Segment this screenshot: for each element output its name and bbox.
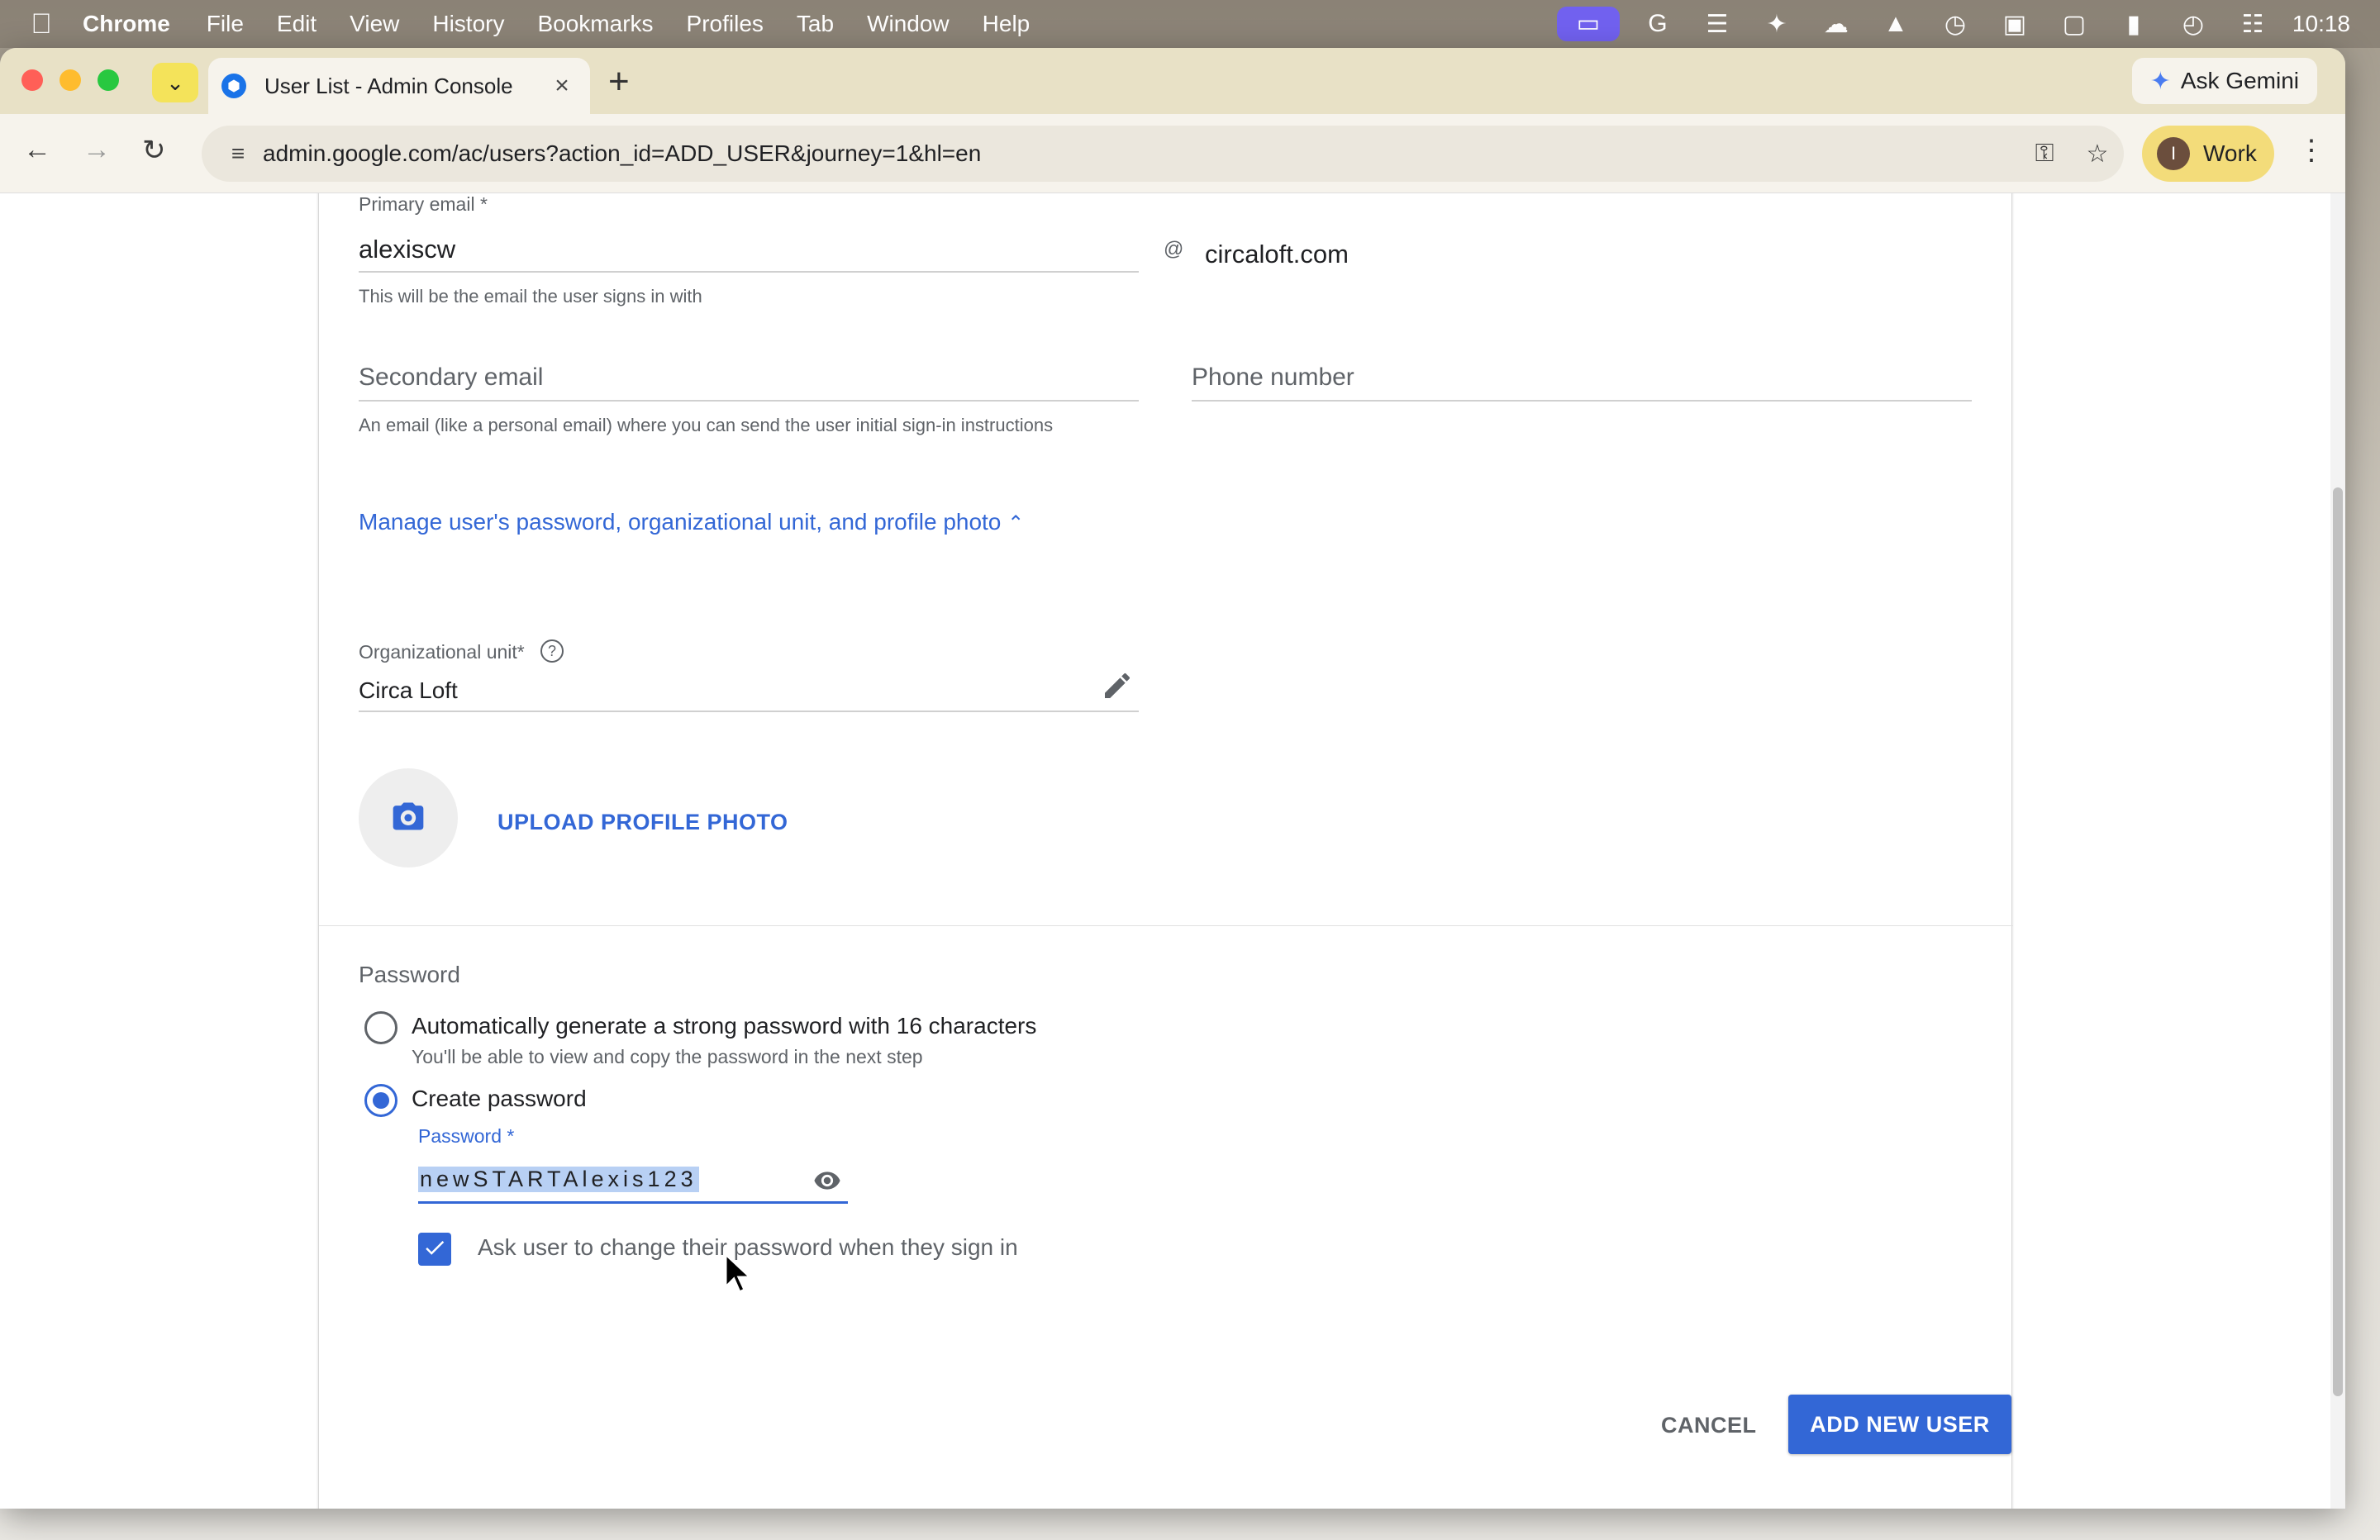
secondary-email-helper: An email (like a personal email) where y… [359, 415, 1054, 435]
profile-photo-placeholder[interactable] [359, 768, 458, 867]
profile-chip[interactable]: I Work [2142, 126, 2274, 182]
card-divider [319, 925, 2013, 926]
window-controls [21, 69, 136, 91]
browser-toolbar: ← → ↻ ≡ admin.google.com/ac/users?action… [0, 114, 2345, 193]
close-tab-icon[interactable]: × [545, 72, 578, 100]
tab-title: User List - Admin Console [264, 73, 513, 98]
menu-chrome[interactable]: Chrome [83, 11, 170, 37]
menu-help[interactable]: Help [983, 11, 1031, 37]
forward-arrow-icon[interactable]: → [83, 134, 111, 166]
phone-icon[interactable]: ▮ [2104, 10, 2163, 39]
secondary-email-underline [359, 400, 1139, 402]
macos-menu-bar:  Chrome File Edit View History Bookmark… [0, 0, 2380, 48]
cloud-icon[interactable]: ☁ [1806, 10, 1866, 39]
window-icon[interactable]: ▢ [2044, 10, 2104, 39]
password-underline [418, 1201, 848, 1204]
profile-name: Work [2203, 140, 2257, 166]
new-tab-plus-icon[interactable]: + [608, 61, 630, 102]
gemini-sparkle-icon: ✦ [2149, 67, 2171, 95]
camera-icon [390, 798, 426, 839]
create-password-option-label[interactable]: Create password [412, 1086, 587, 1112]
org-unit-label: Organizational unit* [359, 641, 525, 663]
primary-email-input[interactable]: alexiscw [359, 235, 455, 264]
auto-generate-password-radio[interactable] [364, 1011, 397, 1044]
org-unit-underline [359, 711, 1139, 712]
domain-value[interactable]: circaloft.com [1205, 240, 1349, 269]
back-arrow-icon[interactable]: ← [23, 134, 51, 166]
profile-avatar: I [2157, 137, 2190, 170]
page-content: Primary email * alexiscw @ circaloft.com… [0, 193, 2330, 1509]
bookmark-star-icon[interactable]: ☆ [2071, 140, 2124, 169]
password-section-title: Password [359, 962, 460, 987]
menu-clock[interactable]: 10:18 [2292, 11, 2350, 37]
tab-strip: ⌄ ⬢ User List - Admin Console × + ✦ Ask … [0, 48, 2345, 114]
menu-window[interactable]: Window [867, 11, 950, 37]
sparkle-icon[interactable]: ✦ [1747, 10, 1806, 39]
screenshot-icon[interactable]: ▣ [1985, 10, 2044, 39]
site-info-tune-icon[interactable]: ≡ [213, 140, 263, 167]
add-user-card [318, 193, 2013, 1509]
page-scrollbar-thumb[interactable] [2333, 487, 2343, 1396]
at-sign: @ [1164, 238, 1184, 260]
drive-icon[interactable]: ▲ [1866, 10, 1925, 38]
clock-app-icon[interactable]: ◷ [1925, 10, 1985, 39]
time-machine-icon[interactable]: ◴ [2163, 10, 2223, 39]
chevron-up-icon: ⌃ [1007, 512, 1025, 535]
ask-gemini-label: Ask Gemini [2180, 68, 2299, 93]
password-key-icon[interactable]: ⚿ [2018, 140, 2071, 168]
menu-profiles[interactable]: Profiles [687, 11, 764, 37]
mouse-pointer-icon [724, 1251, 754, 1300]
screen-share-icon[interactable]: ▭ [1556, 7, 1620, 41]
primary-email-label: Primary email * [359, 193, 488, 215]
ask-gemini-button[interactable]: ✦ Ask Gemini [2131, 58, 2317, 104]
grammarly-icon[interactable]: G [1628, 10, 1687, 38]
manage-password-org-photo-link[interactable]: Manage user's password, organizational u… [359, 509, 1024, 535]
menu-file[interactable]: File [207, 11, 244, 37]
secondary-email-field[interactable]: Secondary email [359, 364, 543, 392]
checkmark-icon [422, 1235, 447, 1264]
auto-generate-option-sub: You'll be able to view and copy the pass… [412, 1046, 923, 1067]
stack-icon[interactable]: ☰ [1687, 10, 1747, 39]
tab-search-chevron-icon[interactable]: ⌄ [152, 63, 198, 102]
close-window-button[interactable] [21, 69, 43, 91]
password-field-label: Password * [418, 1125, 515, 1147]
primary-email-underline [359, 271, 1139, 273]
address-bar[interactable]: ≡ admin.google.com/ac/users?action_id=AD… [202, 126, 2124, 182]
phone-number-field[interactable]: Phone number [1192, 364, 1354, 392]
add-new-user-button[interactable]: ADD NEW USER [1788, 1395, 2011, 1454]
phone-number-underline [1192, 400, 1972, 402]
edit-pencil-icon[interactable] [1101, 669, 1134, 706]
menu-view[interactable]: View [350, 11, 399, 37]
minimize-window-button[interactable] [60, 69, 81, 91]
tab-user-list[interactable]: ⬢ User List - Admin Console × [208, 58, 590, 114]
more-menu-icon[interactable]: ⋮ [2297, 134, 2325, 167]
primary-email-helper: This will be the email the user signs in… [359, 286, 702, 307]
create-password-radio[interactable] [364, 1084, 397, 1117]
visibility-eye-icon[interactable] [810, 1167, 845, 1199]
upload-profile-photo-button[interactable]: UPLOAD PROFILE PHOTO [497, 810, 788, 835]
menu-tab[interactable]: Tab [797, 11, 834, 37]
admin-console-favicon-icon: ⬢ [221, 74, 246, 98]
menu-edit[interactable]: Edit [277, 11, 317, 37]
password-input[interactable]: newSTARTAlexis123 [418, 1167, 699, 1192]
apple-menu-icon[interactable]:  [0, 8, 83, 40]
url-text[interactable]: admin.google.com/ac/users?action_id=ADD_… [263, 140, 2018, 167]
zoom-window-button[interactable] [98, 69, 119, 91]
control-center-icon[interactable]: ☷ [2223, 10, 2282, 39]
menu-history[interactable]: History [432, 11, 504, 37]
ask-change-password-checkbox[interactable] [418, 1233, 451, 1266]
manage-link-text: Manage user's password, organizational u… [359, 509, 1002, 535]
reload-icon[interactable]: ↻ [142, 134, 166, 167]
cancel-button[interactable]: CANCEL [1661, 1413, 1757, 1438]
org-unit-value[interactable]: Circa Loft [359, 677, 458, 704]
status-area: ▭ G ☰ ✦ ☁ ▲ ◷ ▣ ▢ ▮ ◴ ☷ 10:18 [1556, 0, 2380, 48]
help-circle-icon[interactable]: ? [540, 639, 564, 663]
auto-generate-option-label[interactable]: Automatically generate a strong password… [412, 1013, 1036, 1039]
menu-bookmarks[interactable]: Bookmarks [537, 11, 653, 37]
